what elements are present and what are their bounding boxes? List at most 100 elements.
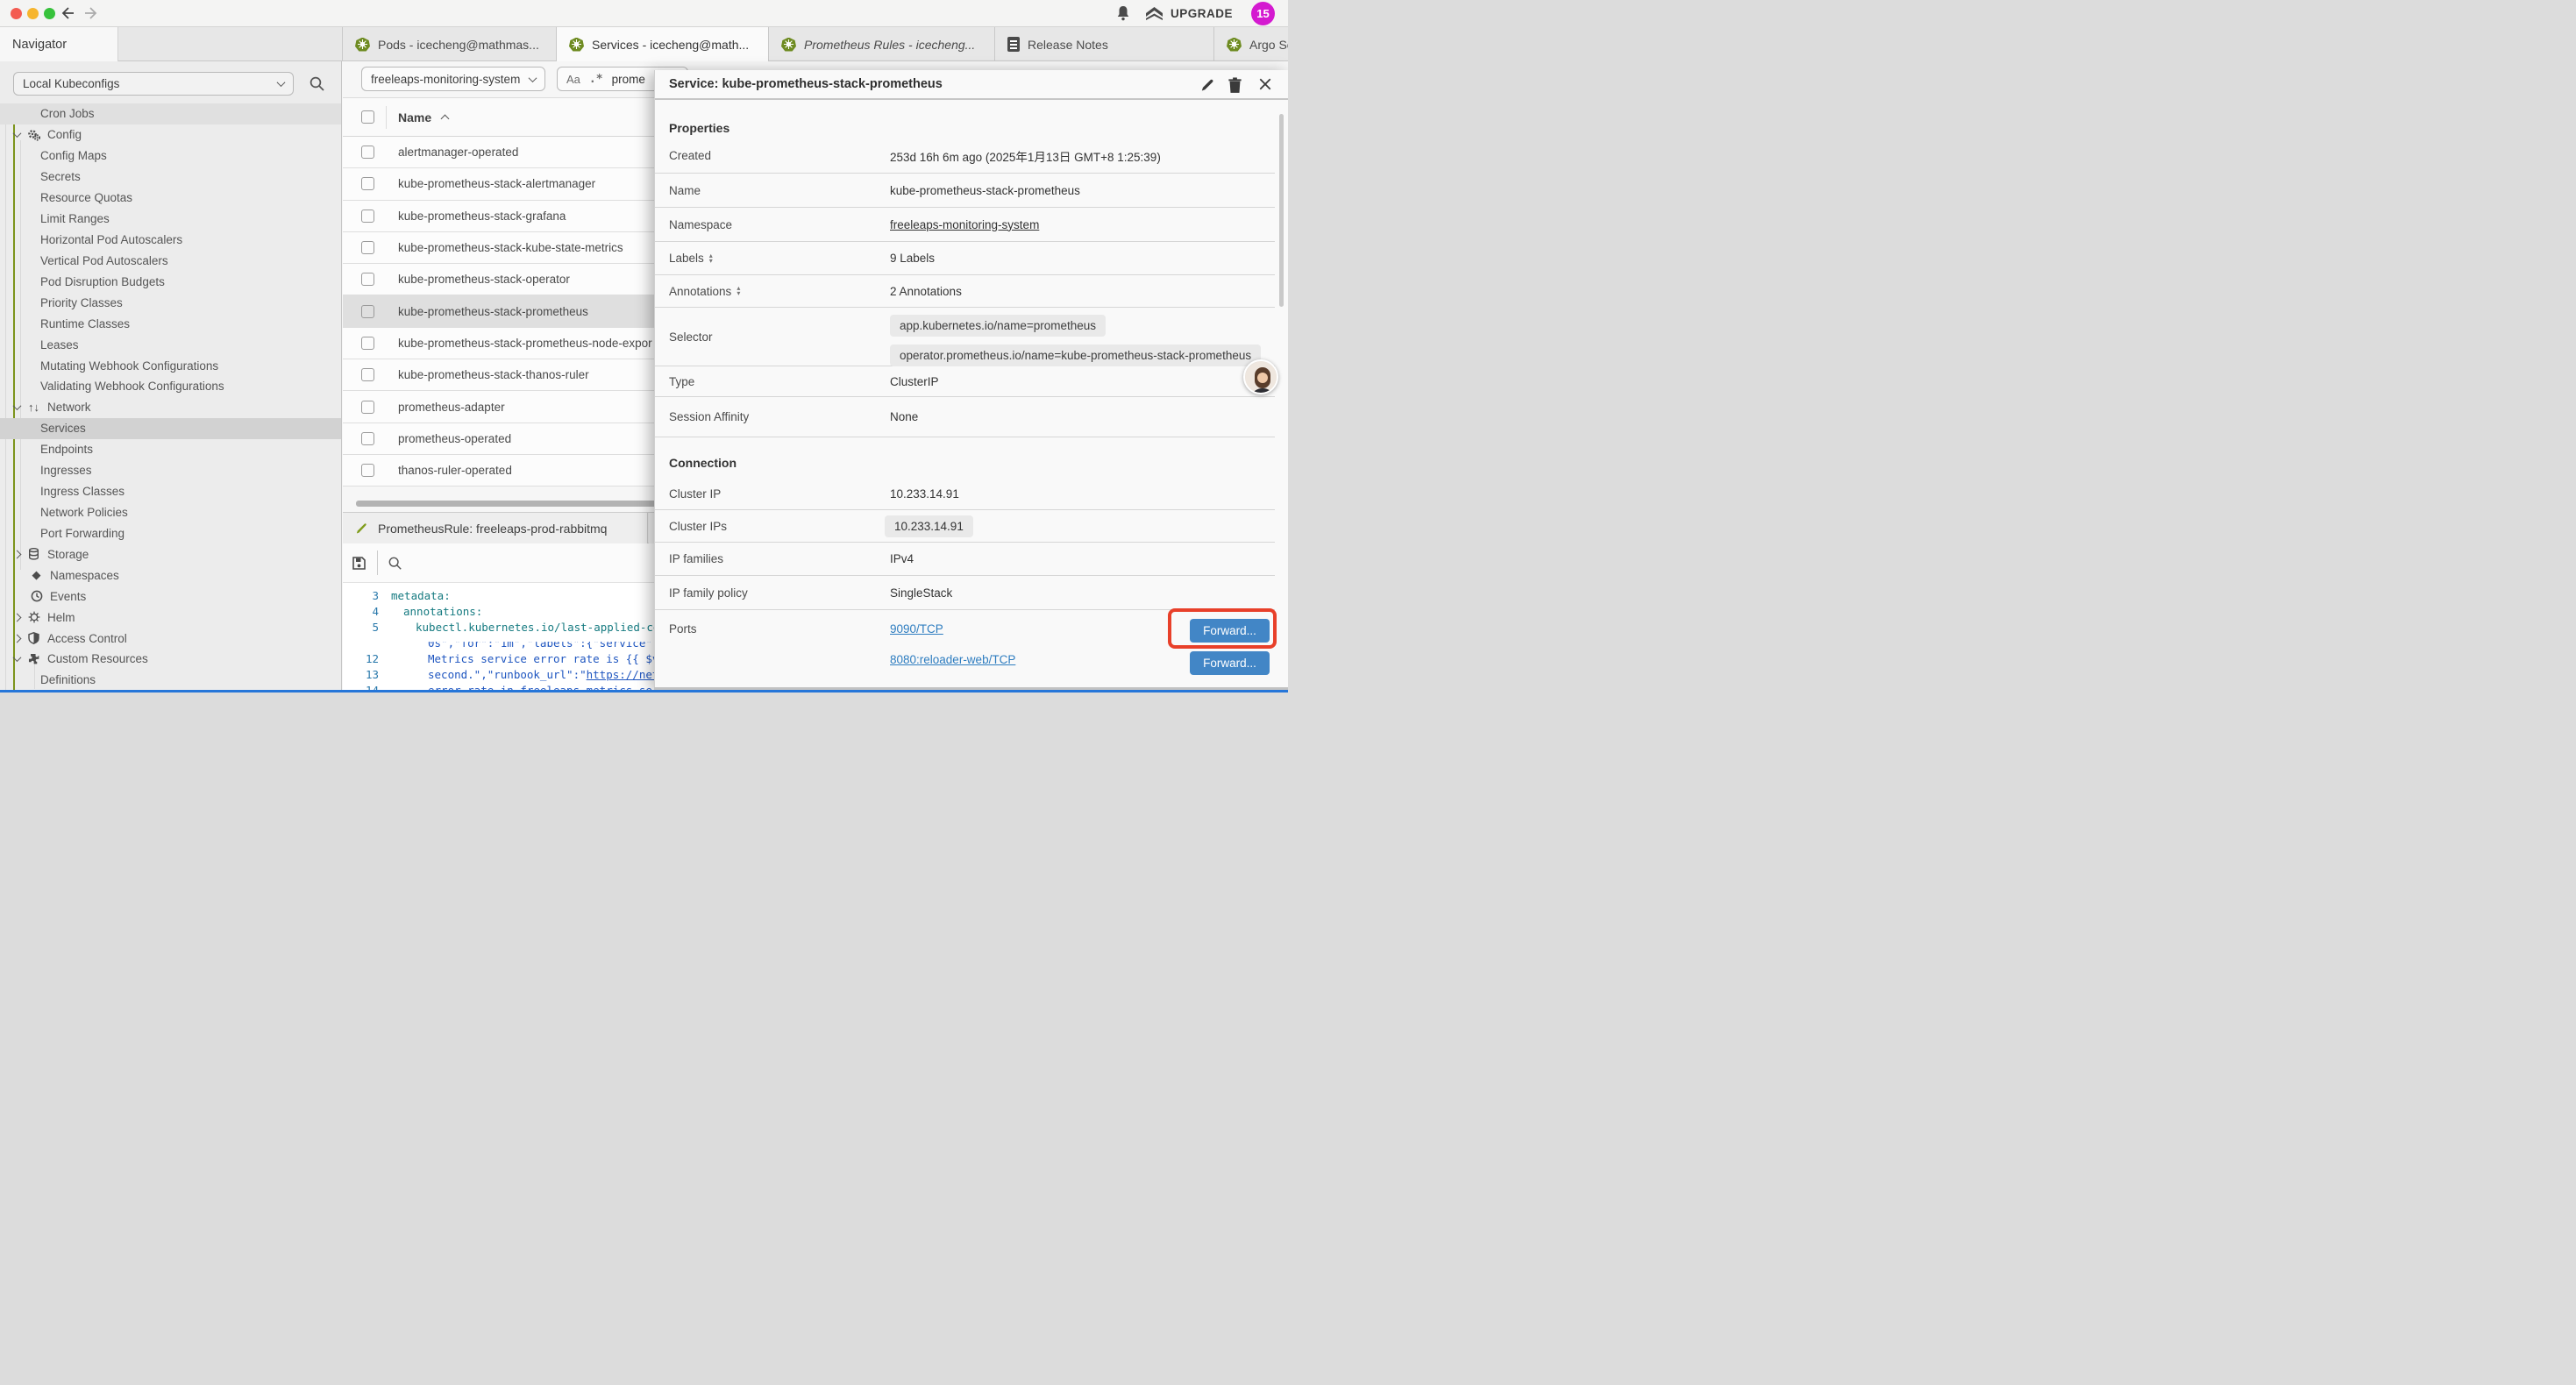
sidebar-group-helm[interactable]: Helm (0, 607, 342, 628)
close-icon[interactable] (1258, 77, 1272, 91)
row-checkbox[interactable] (361, 401, 374, 414)
zoom-window-button[interactable] (44, 8, 55, 19)
sidebar-item-ingresses[interactable]: Ingresses (0, 460, 342, 481)
edit-pencil-icon[interactable] (1199, 77, 1215, 93)
sidebar-group-access-control[interactable]: Access Control (0, 628, 342, 649)
drawer-scrollbar[interactable] (1279, 114, 1284, 307)
chevron-down-icon (13, 401, 22, 410)
tab-pods[interactable]: Pods - icecheng@mathmas... (342, 27, 557, 61)
sidebar-item-namespaces[interactable]: ◆Namespaces (0, 565, 342, 586)
sidebar-item-config-maps[interactable]: Config Maps (0, 146, 342, 167)
row-checkbox[interactable] (361, 273, 374, 286)
namespace-link[interactable]: freeleaps-monitoring-system (890, 218, 1039, 231)
divider (377, 550, 378, 575)
notifications-bell-icon[interactable] (1115, 5, 1131, 22)
property-row-annotations: Annotations▴▾ 2 Annotations (655, 275, 1275, 308)
chevron-down-icon (13, 654, 22, 663)
row-checkbox[interactable] (361, 177, 374, 190)
chevron-right-icon (13, 550, 22, 558)
navigator-tree: Cron Jobs Config Config Maps Secrets Res… (0, 103, 342, 690)
runbook-link[interactable]: https://net (587, 668, 659, 681)
close-window-button[interactable] (11, 8, 22, 19)
property-row-ip-families: IP familiesIPv4 (655, 543, 1275, 576)
tab-release-notes[interactable]: Release Notes (995, 27, 1214, 61)
sidebar-item-port-forwarding[interactable]: Port Forwarding (0, 522, 342, 543)
sidebar-item-vertical-pod-autoscalers[interactable]: Vertical Pod Autoscalers (0, 250, 342, 271)
sidebar-group-custom-resources[interactable]: Custom Resources (0, 649, 342, 670)
search-icon[interactable] (309, 75, 325, 92)
row-checkbox[interactable] (361, 432, 374, 445)
forward-button-8080[interactable]: Forward... (1190, 651, 1270, 675)
select-all-checkbox[interactable] (361, 110, 374, 124)
tab-prometheus-rules[interactable]: Prometheus Rules - icecheng... (769, 27, 995, 61)
namespace-selector[interactable]: freeleaps-monitoring-system (361, 67, 545, 91)
sidebar-item-runtime-classes[interactable]: Runtime Classes (0, 313, 342, 334)
editor-search-icon[interactable] (388, 556, 402, 571)
minimize-window-button[interactable] (27, 8, 39, 19)
property-row-selector: Selector app.kubernetes.io/name=promethe… (655, 308, 1275, 366)
row-checkbox[interactable] (361, 241, 374, 254)
sidebar-item-services[interactable]: Services (0, 418, 342, 439)
match-case-icon[interactable]: Aa (566, 73, 580, 86)
delete-trash-icon[interactable] (1228, 77, 1242, 94)
sidebar-item-leases[interactable]: Leases (0, 334, 342, 355)
tab-argo[interactable]: Argo Se (1214, 27, 1288, 61)
shield-icon (26, 632, 41, 644)
avatar[interactable] (1243, 359, 1278, 394)
sidebar-item-validating-webhook-configurations[interactable]: Validating Webhook Configurations (0, 376, 342, 397)
row-checkbox[interactable] (361, 305, 374, 318)
sidebar-item-resource-quotas[interactable]: Resource Quotas (0, 188, 342, 209)
regex-icon[interactable]: .* (589, 73, 603, 86)
property-row-namespace: Namespacefreeleaps-monitoring-system (655, 208, 1275, 242)
back-icon[interactable] (60, 6, 75, 20)
port-link-8080[interactable]: 8080:reloader-web/TCP (890, 653, 1015, 666)
sidebar-item-pod-disruption-budgets[interactable]: Pod Disruption Budgets (0, 271, 342, 292)
bottom-accent-bar (0, 690, 1288, 692)
row-checkbox[interactable] (361, 337, 374, 350)
property-row-name: Namekube-prometheus-stack-prometheus (655, 174, 1275, 208)
sidebar-item-mutating-webhook-configurations[interactable]: Mutating Webhook Configurations (0, 355, 342, 376)
sidebar-item-horizontal-pod-autoscalers[interactable]: Horizontal Pod Autoscalers (0, 230, 342, 251)
code-line: metadata: (391, 589, 451, 602)
pencil-icon (355, 522, 368, 535)
cluster-ip-chip: 10.233.14.91 (885, 515, 973, 537)
horizontal-scrollbar[interactable] (356, 501, 675, 507)
sidebar-item-definitions[interactable]: Definitions (0, 670, 342, 690)
sidebar-item-cron-jobs[interactable]: Cron Jobs (0, 103, 342, 124)
puzzle-icon (26, 653, 41, 665)
sort-ascending-icon[interactable] (441, 115, 450, 124)
kubeconfig-selector[interactable]: Local Kubeconfigs (13, 72, 294, 96)
selector-chip: app.kubernetes.io/name=prometheus (890, 315, 1106, 337)
tab-services[interactable]: Services - icecheng@math... × (557, 27, 769, 61)
expand-collapse-icon[interactable]: ▴▾ (737, 286, 740, 296)
sidebar-item-priority-classes[interactable]: Priority Classes (0, 292, 342, 313)
code-line: Metrics service error rate is {{ $va (391, 652, 665, 665)
name-column-header[interactable]: Name (398, 110, 431, 124)
row-checkbox[interactable] (361, 146, 374, 159)
sidebar-item-network-policies[interactable]: Network Policies (0, 502, 342, 523)
sidebar-group-storage[interactable]: Storage (0, 543, 342, 565)
sidebar-group-config[interactable]: Config (0, 124, 342, 146)
chevron-right-icon (13, 634, 22, 643)
port-link-9090[interactable]: 9090/TCP (890, 622, 1015, 636)
notification-count-badge[interactable]: 15 (1251, 2, 1275, 25)
drawer-header: Service: kube-prometheus-stack-prometheu… (655, 70, 1288, 100)
chevron-down-icon (277, 78, 286, 87)
row-checkbox[interactable] (361, 368, 374, 381)
property-row-ip-family-policy: IP family policySingleStack (655, 576, 1275, 610)
sidebar-item-ingress-classes[interactable]: Ingress Classes (0, 481, 342, 502)
sidebar-item-secrets[interactable]: Secrets (0, 167, 342, 188)
namespaces-diamond-icon: ◆ (29, 568, 44, 582)
sidebar-item-limit-ranges[interactable]: Limit Ranges (0, 209, 342, 230)
row-checkbox[interactable] (361, 210, 374, 223)
sidebar-group-network[interactable]: ↑↓Network (0, 397, 342, 418)
upgrade-button[interactable]: UPGRADE (1144, 0, 1233, 27)
expand-collapse-icon[interactable]: ▴▾ (709, 253, 713, 264)
navigator-panel-tab[interactable]: Navigator (0, 27, 118, 61)
sidebar-item-endpoints[interactable]: Endpoints (0, 439, 342, 460)
save-icon[interactable] (352, 556, 366, 571)
row-checkbox[interactable] (361, 464, 374, 477)
forward-icon[interactable] (84, 6, 99, 20)
editor-tab-prometheusrule[interactable]: PrometheusRule: freeleaps-prod-rabbitmq (343, 513, 648, 543)
sidebar-item-events[interactable]: Events (0, 586, 342, 607)
